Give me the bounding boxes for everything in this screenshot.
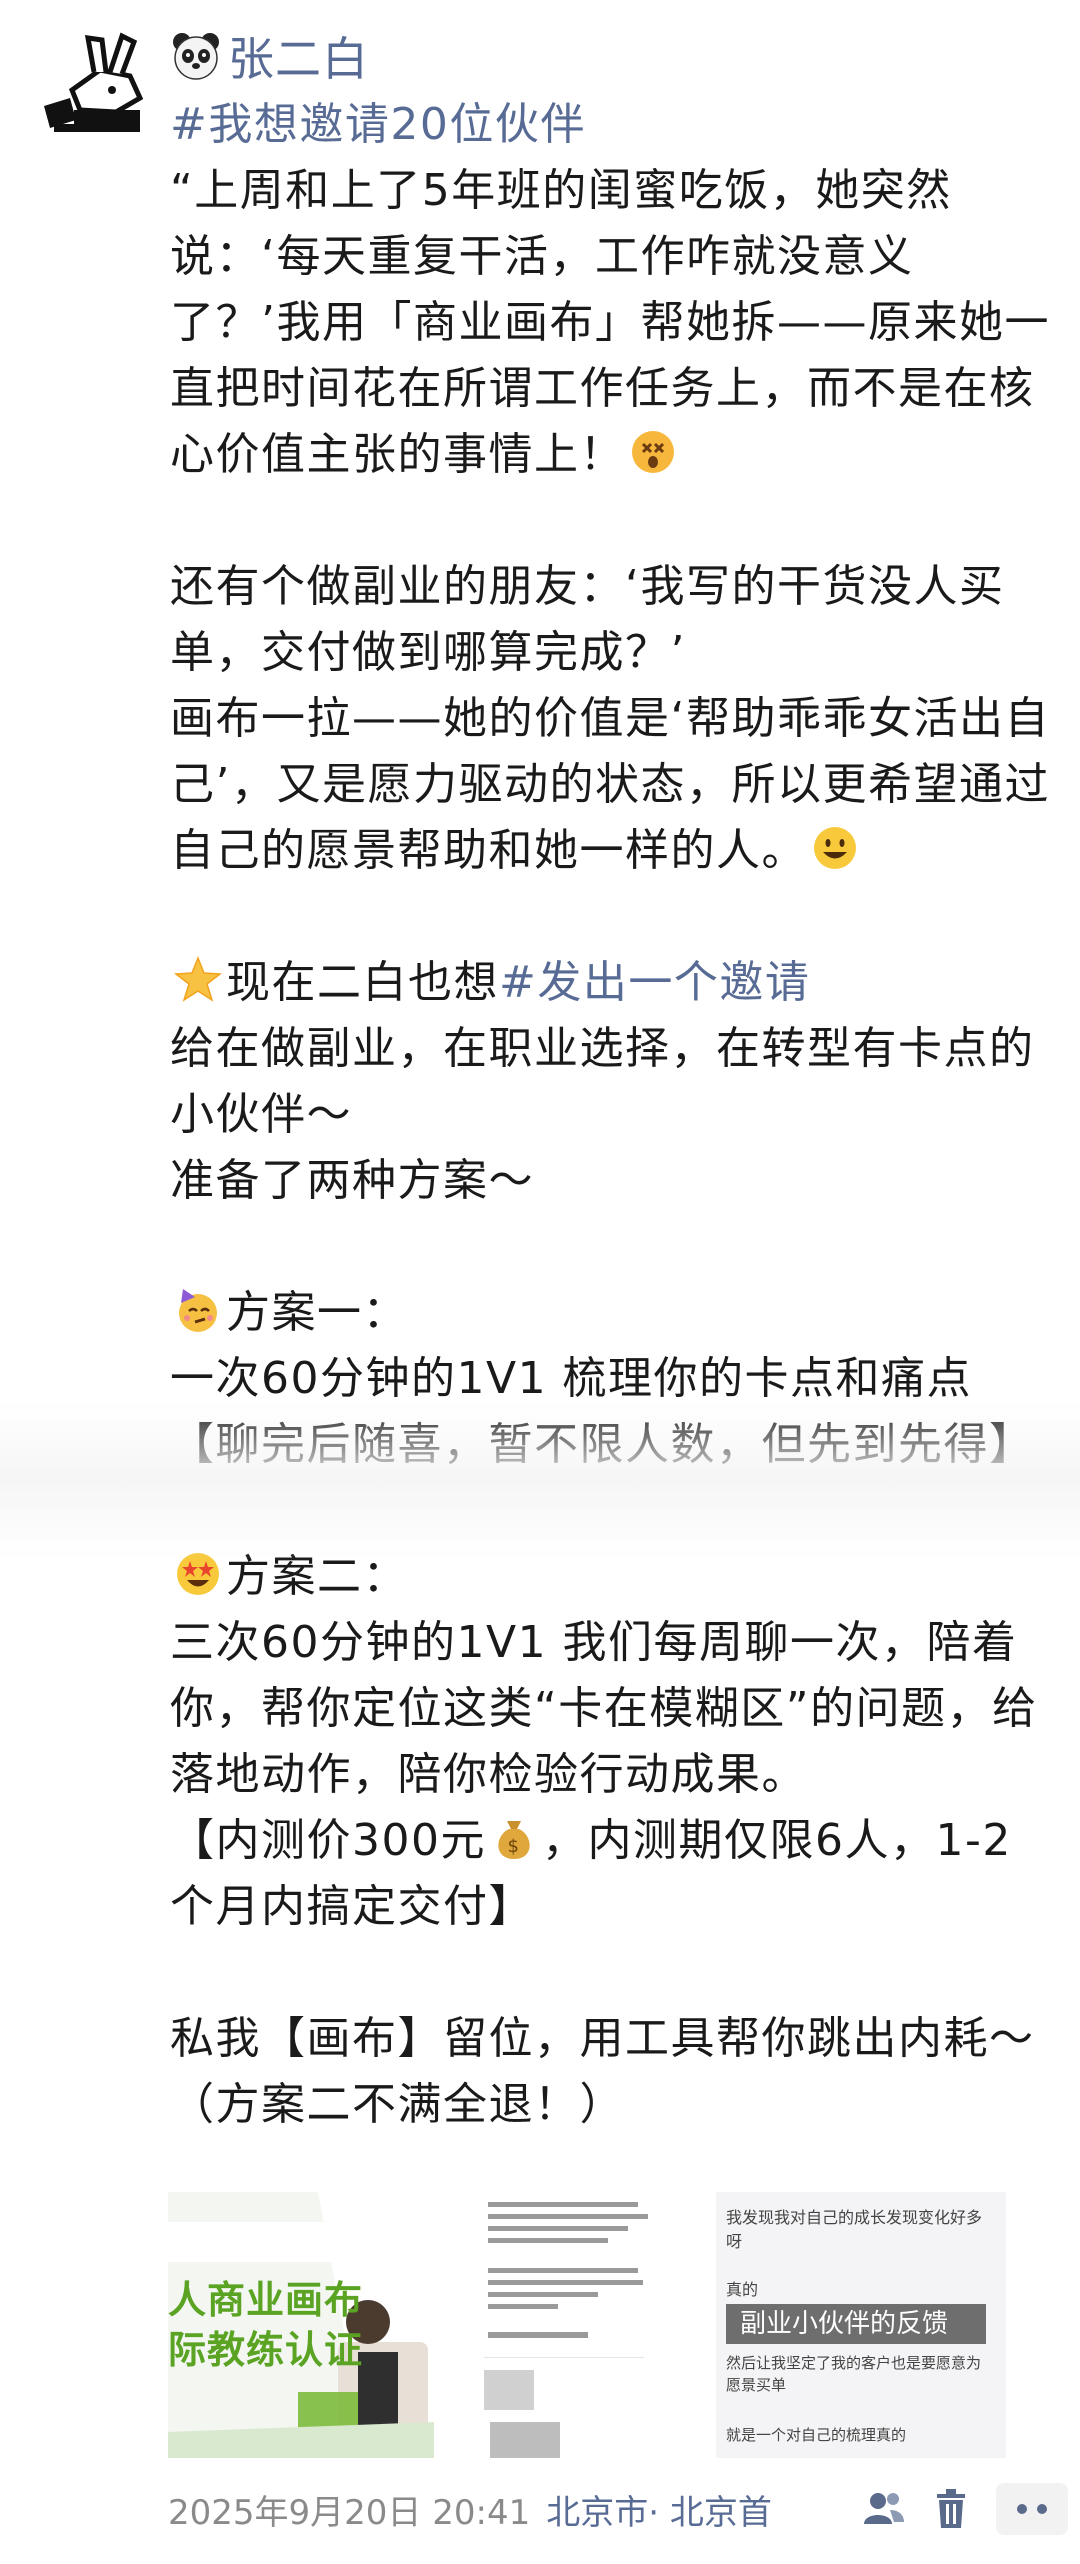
- glowing-star-icon: [173, 955, 223, 1005]
- panda-face-icon: [173, 33, 219, 80]
- post-paragraph: “上周和上了5年班的闺蜜吃饭，她突然说：‘每天重复干活，工作咋就没意义了？’我用…: [170, 165, 1050, 480]
- scroll-shade: [0, 1400, 1080, 1560]
- chat-screenshot-image[interactable]: [480, 2192, 746, 2458]
- plan-one-title: 方案一：: [170, 1280, 1050, 1346]
- chat-screenshot-artwork: [480, 2192, 746, 2458]
- post-paragraph: 现在二白也想#发出一个邀请: [170, 950, 1050, 1016]
- plan-two-price: 【内测价300元 $ ，内测期仅限6人，1-2个月内搞定交付】: [170, 1813, 1012, 1932]
- feedback-line-1: 我发现我对自己的成长发现变化好多呀: [726, 2208, 983, 2251]
- partying-face-icon: [173, 1285, 223, 1335]
- feedback-overlay-caption: 副业小伙伴的反馈: [726, 2304, 986, 2344]
- rabbit-doodle-icon: [30, 28, 154, 152]
- visibility-people-icon[interactable]: [860, 2486, 906, 2532]
- post-footer: 2025年9月20日 20:41 北京市 · 北京首: [168, 2474, 1068, 2544]
- feedback-line-3: 然后让我坚定了我的客户也是要愿意为愿景买单: [726, 2354, 982, 2394]
- poster-title-line1: 人商业画布: [168, 2278, 364, 2322]
- post-paragraph: 准备了两种方案～: [170, 1155, 534, 1206]
- poster-title-line2: 际教练认证: [168, 2328, 364, 2372]
- post-location-detail[interactable]: · 北京首: [648, 2485, 772, 2534]
- post-datetime: 2025年9月20日 20:41: [168, 2492, 531, 2533]
- feedback-image[interactable]: 我发现我对自己的成长发现变化好多呀 真的 副业小伙伴的反馈 然后让我坚定了我的客…: [716, 2192, 1006, 2458]
- post-paragraph: 给在做副业，在职业选择，在转型有卡点的小伙伴～: [170, 1023, 1035, 1140]
- feedback-line-4: 就是一个对自己的梳理真的: [726, 2426, 907, 2444]
- smiley-face-icon: [810, 823, 860, 873]
- trash-icon[interactable]: [928, 2486, 974, 2532]
- author-name-row[interactable]: 张二白: [170, 26, 369, 86]
- post-content: #我想邀请20位伙伴 “上周和上了5年班的闺蜜吃饭，她突然说：‘每天重复干活，工…: [170, 92, 1050, 2138]
- poster-artwork: [168, 2192, 434, 2458]
- poster-image[interactable]: 人商业画布 际教练认证: [168, 2192, 434, 2458]
- dizzy-face-icon: [628, 427, 678, 477]
- image-grid: 人商业画布 际教练认证 我发现我对自己的成长发现变化好多呀 真的 副业小伙伴的反…: [168, 2192, 1008, 2462]
- plan-two-detail: 三次60分钟的1V1 我们每周聊一次，陪着你，帮你定位这类“卡在模糊区”的问题，…: [170, 1617, 1038, 1800]
- post-location[interactable]: 北京市: [546, 2485, 648, 2534]
- more-dots-icon: [1017, 2504, 1047, 2514]
- hashtag-link[interactable]: #发出一个邀请: [499, 957, 810, 1008]
- svg-text:$: $: [508, 1836, 521, 1857]
- post-paragraph: 私我【画布】留位，用工具帮你跳出内耗～（方案二不满全退！）: [170, 2013, 1035, 2130]
- more-options-button[interactable]: [996, 2483, 1068, 2535]
- post-paragraph: 画布一拉——她的价值是‘帮助乖乖女活出自己’，又是愿力驱动的状态，所以更希望通过…: [170, 693, 1050, 876]
- author-avatar[interactable]: [30, 28, 154, 152]
- money-bag-icon: $: [489, 1813, 539, 1863]
- feedback-line-2: 真的: [726, 2280, 759, 2299]
- hashtag-link[interactable]: #我想邀请20位伙伴: [170, 92, 1050, 158]
- author-name: 张二白: [228, 32, 369, 86]
- post-paragraph: 还有个做副业的朋友：‘我写的干货没人买单，交付做到哪算完成？’: [170, 561, 1005, 678]
